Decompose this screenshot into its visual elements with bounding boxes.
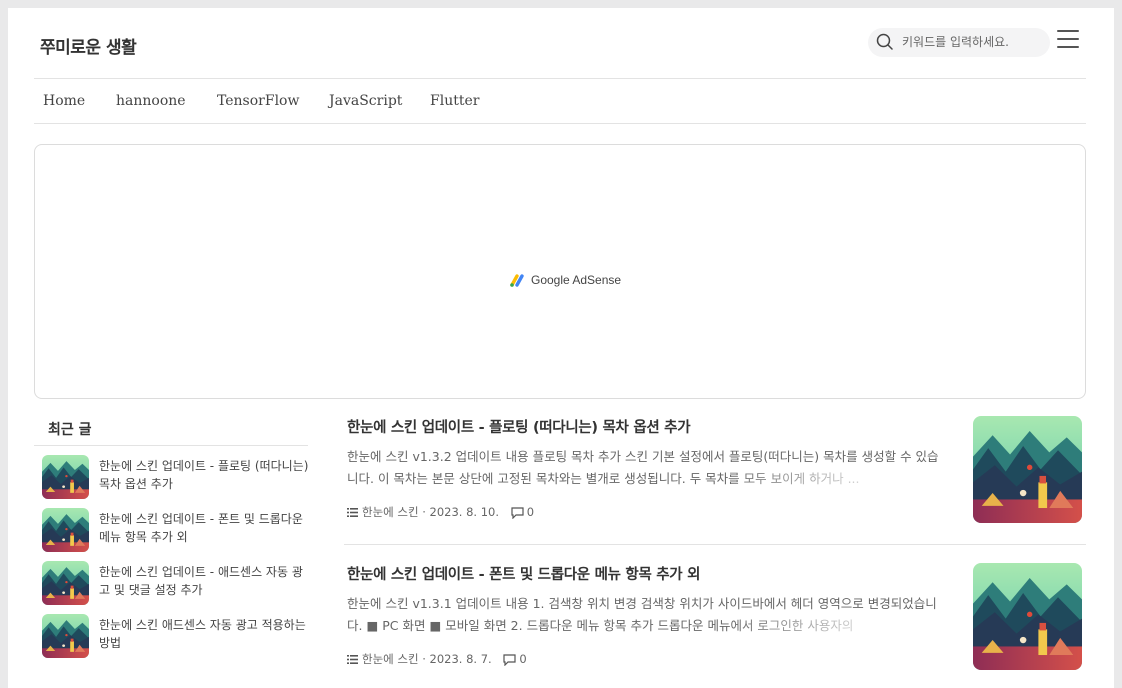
comment-icon [503,653,516,666]
google-ads-logo-icon [510,274,524,287]
nav-item-javascript[interactable]: JavaScript [329,93,402,109]
divider [34,445,308,446]
post-category[interactable]: 한눈에 스킨 [362,652,419,666]
divider [344,544,1086,545]
blog-title[interactable]: 쭈미로운 생활 [40,33,137,58]
recent-post-item[interactable]: 한눈에 스킨 애드센스 자동 광고 적용하는 방법 [42,614,312,660]
recent-post-title[interactable]: 한눈에 스킨 업데이트 - 애드센스 자동 광고 및 댓글 설정 추가 [99,563,309,599]
post-thumbnail[interactable] [973,416,1082,523]
nav-item-home[interactable]: Home [43,93,85,109]
recent-posts-title: 최근 글 [48,422,92,438]
search-icon[interactable] [876,33,894,51]
post-meta: 한눈에 스킨 · 2023. 8. 10. 0 [347,504,534,520]
nav-item-tensorflow[interactable]: TensorFlow [217,93,299,109]
excerpt-fade [724,468,947,490]
ad-banner[interactable]: Google AdSense [34,144,1086,399]
post-title[interactable]: 한눈에 스킨 업데이트 - 폰트 및 드롭다운 메뉴 항목 추가 외 [347,563,700,584]
recent-post-thumbnail[interactable] [42,614,89,658]
recent-post-item[interactable]: 한눈에 스킨 업데이트 - 플로팅 (떠다니는) 목차 옵션 추가 [42,455,312,501]
post-title[interactable]: 한눈에 스킨 업데이트 - 플로팅 (떠다니는) 목차 옵션 추가 [347,416,691,437]
post-card: 한눈에 스킨 업데이트 - 폰트 및 드롭다운 메뉴 항목 추가 외 한눈에 스… [344,563,1086,688]
search-input[interactable] [902,32,1042,52]
post-date: 2023. 8. 7. [429,652,492,666]
category-list-icon [347,508,358,517]
page-frame: 쭈미로운 생활 Home hannoone TensorFlow JavaScr… [8,8,1114,688]
post-meta: 한눈에 스킨 · 2023. 8. 7. 0 [347,651,527,667]
recent-post-title[interactable]: 한눈에 스킨 업데이트 - 폰트 및 드롭다운 메뉴 항목 추가 외 [99,510,309,546]
comment-count[interactable]: 0 [519,652,526,666]
menu-icon[interactable] [1057,30,1081,52]
search-box[interactable] [868,28,1050,57]
category-list-icon [347,655,358,664]
recent-post-thumbnail[interactable] [42,561,89,605]
recent-post-title[interactable]: 한눈에 스킨 업데이트 - 플로팅 (떠다니는) 목차 옵션 추가 [99,457,309,493]
recent-post-item[interactable]: 한눈에 스킨 업데이트 - 폰트 및 드롭다운 메뉴 항목 추가 외 [42,508,312,554]
recent-post-thumbnail[interactable] [42,455,89,499]
post-thumbnail[interactable] [973,563,1082,670]
post-date: 2023. 8. 10. [429,505,500,519]
post-card: 한눈에 스킨 업데이트 - 플로팅 (떠다니는) 목차 옵션 추가 한눈에 스킨… [344,416,1086,546]
header: 쭈미로운 생활 [34,8,1086,79]
main-nav: Home hannoone TensorFlow JavaScript Flut… [34,79,1086,124]
recent-post-thumbnail[interactable] [42,508,89,552]
recent-post-item[interactable]: 한눈에 스킨 업데이트 - 애드센스 자동 광고 및 댓글 설정 추가 [42,561,312,607]
nav-item-flutter[interactable]: Flutter [430,93,479,109]
comment-icon [511,506,524,519]
comment-count[interactable]: 0 [527,505,534,519]
ad-label: Google AdSense [531,273,622,287]
nav-item-hannoone[interactable]: hannoone [116,93,186,109]
excerpt-fade [724,615,947,637]
post-category[interactable]: 한눈에 스킨 [362,505,419,519]
recent-post-title[interactable]: 한눈에 스킨 애드센스 자동 광고 적용하는 방법 [99,616,309,652]
